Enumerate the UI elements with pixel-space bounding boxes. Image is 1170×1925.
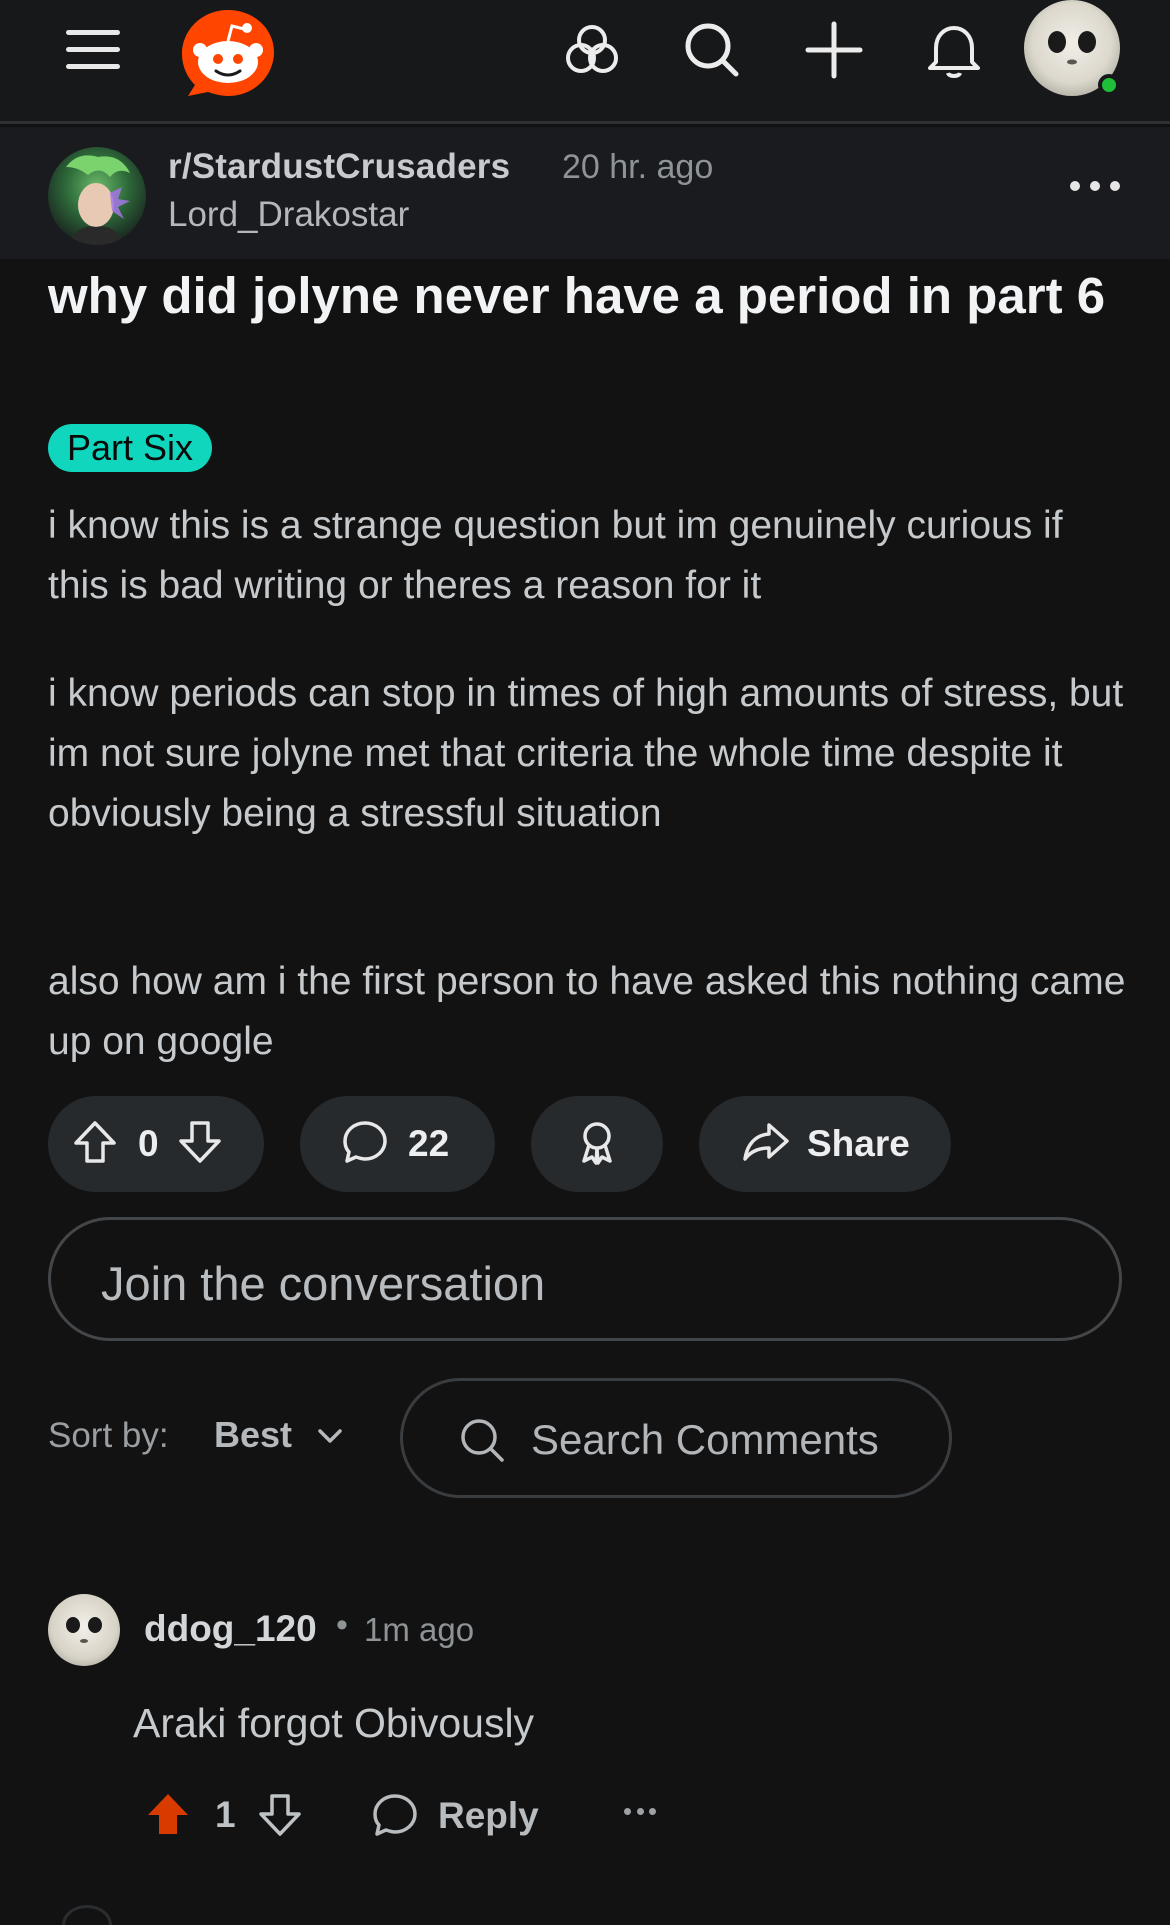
comment-upvote-icon[interactable] — [144, 1790, 192, 1838]
comments-button[interactable]: 22 — [300, 1096, 495, 1192]
upvote-arrow-icon[interactable] — [70, 1117, 120, 1172]
top-navigation-bar — [0, 0, 1170, 124]
comment-downvote-icon[interactable] — [256, 1790, 304, 1838]
comment-bubble-icon — [340, 1117, 390, 1172]
reddit-logo[interactable] — [178, 4, 278, 100]
share-arrow-icon — [741, 1117, 791, 1172]
comment-vote-count: 1 — [215, 1794, 236, 1835]
post-body-paragraph: i know this is a strange question but im… — [48, 504, 1063, 607]
comment-more-options-icon[interactable] — [624, 1808, 656, 1818]
post-header: r/StardustCrusaders 20 hr. ago Lord_Drak… — [0, 127, 1170, 259]
next-comment-avatar-partial — [62, 1905, 112, 1925]
post-body-paragraph: i know periods can stop in times of high… — [48, 672, 1124, 835]
subreddit-avatar[interactable] — [48, 147, 146, 245]
search-comments-input[interactable]: Search Comments — [400, 1378, 952, 1498]
join-conversation-input[interactable]: Join the conversation — [48, 1217, 1122, 1341]
award-button[interactable] — [531, 1096, 663, 1192]
search-icon — [461, 1419, 504, 1462]
post-timestamp: 20 hr. ago — [562, 148, 714, 186]
chevron-down-icon[interactable] — [314, 1420, 346, 1452]
communities-icon[interactable] — [560, 18, 624, 82]
join-conversation-placeholder: Join the conversation — [101, 1257, 546, 1310]
comment-timestamp: 1m ago — [364, 1611, 475, 1648]
menu-icon[interactable] — [66, 30, 126, 74]
downvote-arrow-icon[interactable] — [175, 1117, 225, 1172]
post-more-options-icon[interactable] — [1070, 181, 1120, 201]
post-author[interactable]: Lord_Drakostar — [168, 195, 409, 235]
sort-label: Sort by: — [48, 1416, 169, 1455]
post-flair[interactable]: Part Six — [48, 424, 213, 472]
online-status-indicator — [1098, 74, 1120, 96]
award-icon — [572, 1117, 622, 1172]
meta-separator: • — [336, 1606, 348, 1644]
notifications-bell-icon[interactable] — [922, 18, 986, 82]
share-label: Share — [807, 1123, 910, 1164]
create-post-icon[interactable] — [802, 18, 866, 82]
user-avatar[interactable] — [1024, 0, 1124, 98]
search-icon[interactable] — [680, 18, 744, 82]
commenter-avatar[interactable] — [48, 1594, 120, 1666]
subreddit-name[interactable]: r/StardustCrusaders — [168, 147, 510, 187]
reply-bubble-icon[interactable] — [370, 1790, 420, 1840]
post-title: why did jolyne never have a period in pa… — [48, 267, 1106, 324]
post-vote-control: 0 — [48, 1096, 264, 1192]
post-body-paragraph: also how am i the first person to have a… — [48, 960, 1126, 1063]
comment-count: 22 — [408, 1123, 450, 1164]
commenter-username[interactable]: ddog_120 — [144, 1608, 317, 1650]
share-button[interactable]: Share — [699, 1096, 951, 1192]
reply-button[interactable]: Reply — [438, 1795, 539, 1837]
search-comments-placeholder: Search Comments — [531, 1416, 879, 1463]
sort-dropdown[interactable]: Best — [214, 1414, 292, 1456]
post-vote-count: 0 — [138, 1123, 159, 1164]
comment-text: Araki forgot Obivously — [133, 1700, 535, 1746]
